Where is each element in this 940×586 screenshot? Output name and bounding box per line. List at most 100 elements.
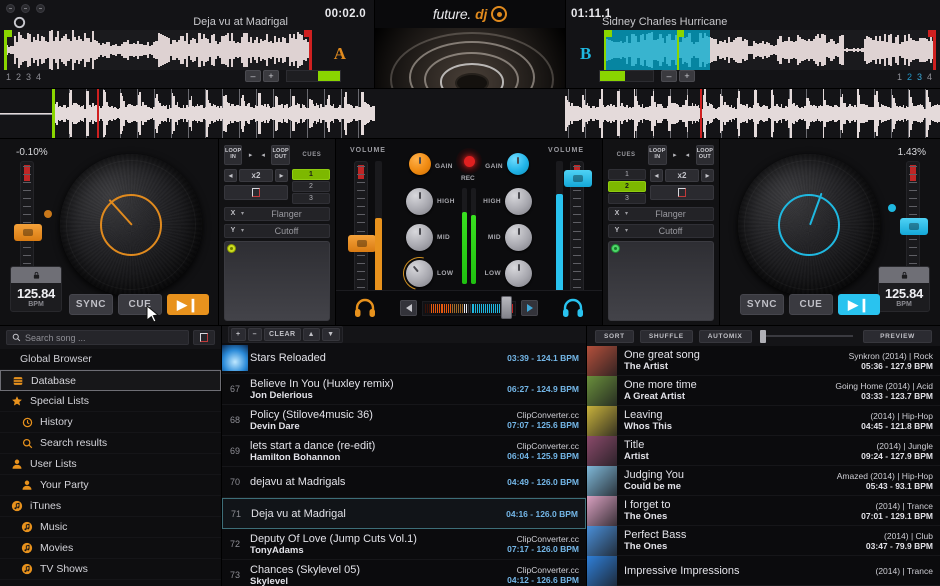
list-item[interactable]: Perfect Bass The Ones (2014) | Club 03:47 -… [587, 525, 940, 556]
deck-b-beat-3[interactable]: 3 [917, 72, 922, 82]
deck-b-cue-slot-1[interactable]: 1 [608, 168, 646, 180]
deck-b-beat-1[interactable]: 1 [897, 72, 902, 82]
deck-b-cue-slot-3[interactable]: 3 [608, 192, 646, 204]
deck-a-zoom-in-button[interactable]: + [263, 70, 279, 82]
move-down-button[interactable]: ▼ [322, 328, 340, 341]
deck-a-x-effect-name[interactable]: Flanger [244, 209, 329, 219]
deck-b-beat-4[interactable]: 4 [927, 72, 932, 82]
deck-a-beat-1[interactable]: 1 [6, 72, 11, 82]
deck-a-loop-double-button[interactable]: ▸ [275, 168, 288, 182]
deck-a-headphone-cue-button[interactable] [354, 298, 376, 318]
deck-a-loop-in-button[interactable]: LOOP IN [224, 145, 243, 165]
deck-b-loop-size[interactable]: x2 [665, 168, 699, 182]
deck-b-pitch-reset-led[interactable] [888, 204, 896, 212]
automix-slider[interactable] [758, 329, 858, 343]
table-row[interactable]: 73 Chances (Skylevel 05) Skylevel ClipConve… [222, 560, 586, 586]
table-row[interactable]: 70 dejavu at Madrigals 04:49 - 126.0 BPM [222, 467, 586, 498]
deck-a-zoom-controls[interactable]: – + [245, 70, 279, 82]
sidebar-item-movies[interactable]: Movies [0, 538, 221, 559]
sidebar-item-database[interactable]: Database [0, 370, 221, 391]
crossfader-handle[interactable] [500, 296, 512, 319]
deck-b-volume-handle[interactable] [564, 170, 592, 187]
deck-a-beat-markers[interactable]: 1 2 3 4 [6, 72, 41, 82]
crossfader[interactable] [400, 296, 538, 319]
table-row[interactable]: 68 Policy (Stilove4music 36) Devin Dare Cli… [222, 405, 586, 436]
deck-a-beat-4[interactable]: 4 [36, 72, 41, 82]
window-controls[interactable] [6, 4, 45, 13]
sidebar-item-tv-shows[interactable]: TV Shows [0, 559, 221, 580]
deck-a-cue-slot-2[interactable]: 2 [292, 180, 330, 192]
deck-a-loop-halve-button[interactable]: ◂ [224, 168, 237, 182]
sidebar-item-music[interactable]: Music [0, 517, 221, 538]
list-item[interactable]: Judging You Could be me Amazed (2014) | Hi… [587, 465, 940, 496]
remove-track-button[interactable]: – [247, 328, 262, 341]
deck-a-pitch-handle[interactable] [14, 224, 42, 241]
sidebar-item-search-results[interactable]: Search results [0, 433, 221, 454]
deck-b-headphone-cue-button[interactable] [562, 298, 584, 318]
list-item[interactable]: Leaving Whos This (2014) | Hip-Hop 04:45 - … [587, 405, 940, 436]
sidebar-item-history[interactable]: History [0, 412, 221, 433]
deck-b-overview-waveform[interactable] [604, 30, 936, 70]
deck-a-zoom-out-button[interactable]: – [245, 70, 261, 82]
deck-a-low-knob[interactable] [396, 250, 443, 297]
list-item[interactable]: I forget to The Ones (2014) | Trance 07:01 … [587, 495, 940, 526]
deck-b-keylock-icon[interactable] [879, 267, 929, 283]
deck-a-sampler-button[interactable] [224, 184, 288, 200]
crossfader-left-button[interactable] [400, 300, 417, 316]
deck-a-pitch-reset-led[interactable] [44, 210, 52, 218]
preview-button[interactable]: PREVIEW [863, 329, 932, 343]
table-row[interactable]: 71 Deja vu at Madrigal 04:16 - 126.0 BPM [222, 498, 586, 529]
deck-b-bpm-display[interactable]: 125.84 BPM [878, 266, 930, 312]
deck-a-gain-knob[interactable] [409, 153, 431, 175]
window-minimize-button[interactable] [6, 4, 15, 13]
deck-b-loop-double-button[interactable]: ▸ [701, 168, 714, 182]
window-close-button[interactable] [36, 4, 45, 13]
deck-b-xy-pad[interactable] [608, 240, 714, 321]
deck-b-length-bar[interactable] [599, 70, 654, 82]
deck-b-high-knob[interactable] [505, 188, 532, 215]
deck-a-mid-knob[interactable] [406, 224, 433, 251]
deck-a-loop-out-button[interactable]: LOOP OUT [271, 145, 290, 165]
deck-a-y-effect-row[interactable]: Y ▾ Cutoff [224, 223, 330, 238]
sidebar-item-special-lists[interactable]: Special Lists [0, 391, 221, 412]
deck-b-gain-knob[interactable] [507, 153, 529, 175]
zoomed-waveform-strip[interactable] [0, 88, 940, 138]
clear-list-button[interactable]: CLEAR [264, 328, 301, 341]
deck-a-volume-handle[interactable] [348, 235, 376, 252]
deck-a-length-bar[interactable] [286, 70, 341, 82]
list-item[interactable]: One more time A Great Artist Going Home (2… [587, 375, 940, 406]
deck-b-loop-out-button[interactable]: LOOP OUT [695, 145, 714, 165]
deck-a-volume-fader[interactable] [348, 161, 376, 293]
deck-b-beat-2[interactable]: 2 [907, 72, 912, 82]
deck-a-cue-slot-3[interactable]: 3 [292, 192, 330, 204]
table-row[interactable]: 69 lets start a dance (re-edit) Hamilton B… [222, 436, 586, 467]
deck-b-play-button[interactable]: ▶❙ [838, 294, 880, 315]
deck-b-y-effect-row[interactable]: Y ▾ Cutoff [608, 223, 714, 238]
deck-b-mid-knob[interactable] [505, 224, 532, 251]
deck-b-beat-markers[interactable]: 1 2 3 4 [897, 72, 932, 82]
deck-b-zoom-controls[interactable]: – + [661, 70, 695, 82]
sidebar-item-itunes[interactable]: iTunes [0, 496, 221, 517]
deck-b-zoom-out-button[interactable]: – [661, 70, 677, 82]
deck-a-x-effect-row[interactable]: X ▾ Flanger [224, 206, 330, 221]
deck-a-y-effect-name[interactable]: Cutoff [244, 226, 329, 236]
deck-b-loop-in-button[interactable]: LOOP IN [648, 145, 667, 165]
deck-b-pitch-handle[interactable] [900, 218, 928, 235]
deck-b-cue-button[interactable]: CUE [789, 294, 833, 315]
deck-b-zoom-in-button[interactable]: + [679, 70, 695, 82]
sidebar-item-global-browser[interactable]: Global Browser [0, 349, 221, 370]
add-track-button[interactable]: + [231, 328, 246, 341]
deck-a-xy-handle[interactable] [227, 243, 236, 253]
deck-a-keylock-icon[interactable] [11, 267, 61, 283]
list-item[interactable]: Title Artist (2014) | Jungle 09:24 - 127.9 … [587, 435, 940, 466]
deck-b-y-effect-name[interactable]: Cutoff [628, 226, 713, 236]
record-button[interactable] [456, 148, 482, 174]
sort-button[interactable]: SORT [595, 329, 634, 343]
table-row[interactable]: 72 Deputy Of Love (Jump Cuts Vol.1) TonyAd… [222, 529, 586, 560]
search-input[interactable]: Search song ... [6, 330, 189, 345]
deck-a-beat-2[interactable]: 2 [16, 72, 21, 82]
deck-b-volume-fader[interactable] [564, 161, 592, 293]
deck-a-high-knob[interactable] [406, 188, 433, 215]
deck-b-sampler-button[interactable] [650, 184, 714, 200]
deck-b-cue-slot-2[interactable]: 2 [608, 180, 646, 192]
